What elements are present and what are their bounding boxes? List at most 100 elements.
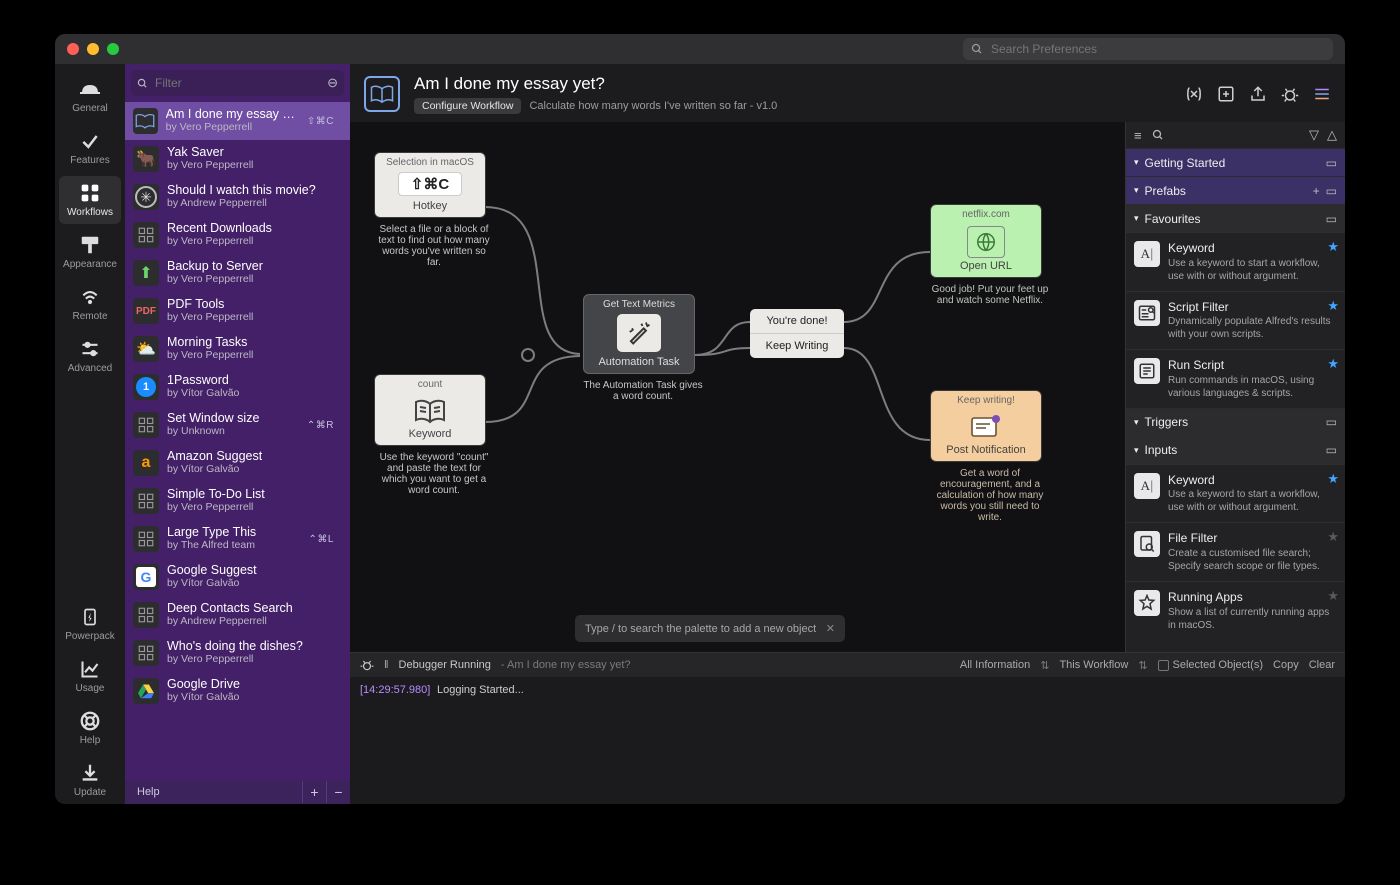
- node-keyword-note: Use the keyword "count" and paste the te…: [374, 452, 494, 496]
- close-icon[interactable]: ✕: [826, 622, 835, 635]
- workflow-row[interactable]: Simple To-Do Listby Vero Pepperrell: [125, 482, 350, 520]
- workflow-row-title: Am I done my essay yet?: [166, 108, 299, 122]
- traffic-minimize[interactable]: [87, 43, 99, 55]
- share-icon[interactable]: [1249, 85, 1267, 103]
- configure-workflow-button[interactable]: Configure Workflow: [414, 98, 521, 114]
- palette-item-desc: Use a keyword to start a workflow, use w…: [1168, 258, 1320, 282]
- debugger-clear-button[interactable]: Clear: [1309, 659, 1335, 671]
- palette-item-file-filter[interactable]: File FilterCreate a customised file sear…: [1126, 522, 1345, 581]
- palette-section-action[interactable]: ▭: [1326, 156, 1337, 170]
- preferences-search-input[interactable]: [989, 41, 1325, 57]
- palette-section-action[interactable]: ▭: [1326, 443, 1337, 457]
- debug-icon[interactable]: [360, 658, 374, 672]
- star-icon[interactable]: ★: [1327, 239, 1339, 255]
- palette-section-prefabs[interactable]: ▾Prefabs+▭: [1126, 176, 1345, 204]
- palette-item-script-filter[interactable]: Script FilterDynamically populate Alfred…: [1126, 291, 1345, 350]
- workflow-row-title: 1Password: [167, 374, 239, 388]
- workflow-row[interactable]: aAmazon Suggestby Vítor Galvão: [125, 444, 350, 482]
- workflow-filter-input[interactable]: [153, 75, 322, 91]
- star-icon[interactable]: ★: [1327, 471, 1339, 487]
- palette-section-action[interactable]: +: [1313, 184, 1320, 198]
- help-button[interactable]: Help: [131, 781, 166, 803]
- nav-general[interactable]: General: [59, 72, 121, 120]
- nav-advanced[interactable]: Advanced: [59, 332, 121, 380]
- node-keyword[interactable]: count Keyword Use the keyword "count" an…: [374, 374, 494, 496]
- traffic-zoom[interactable]: [107, 43, 119, 55]
- node-hotkey[interactable]: Selection in macOS ⇧⌘C Hotkey Select a f…: [374, 152, 494, 268]
- preferences-search[interactable]: [963, 38, 1333, 60]
- update-icon: [77, 762, 103, 784]
- debug-icon[interactable]: [1281, 85, 1299, 103]
- palette-section-favourites[interactable]: ▾Favourites▭: [1126, 204, 1345, 232]
- collapse-icon[interactable]: ▽: [1309, 127, 1319, 143]
- usage-icon: [77, 658, 103, 680]
- settings-icon[interactable]: ⊖: [327, 75, 338, 91]
- palette-item-desc: Use a keyword to start a workflow, use w…: [1168, 489, 1320, 513]
- nav-update[interactable]: Update: [59, 756, 121, 804]
- palette-item-title: Script Filter: [1168, 300, 1337, 316]
- star-icon[interactable]: ★: [1327, 298, 1339, 314]
- palette-section-getting-started[interactable]: ▾Getting Started▭: [1126, 148, 1345, 176]
- palette-section-label: Favourites: [1145, 212, 1201, 226]
- palette-section-action[interactable]: ▭: [1326, 212, 1337, 226]
- node-notification[interactable]: Keep writing! Post Notification Get a wo…: [930, 390, 1050, 523]
- palette-section-action[interactable]: ▭: [1326, 415, 1337, 429]
- workflow-row[interactable]: 11Passwordby Vítor Galvão: [125, 368, 350, 406]
- palette-item-title: File Filter: [1168, 531, 1337, 547]
- nav-workflows[interactable]: Workflows: [59, 176, 121, 224]
- palette-item-keyword[interactable]: A|KeywordUse a keyword to start a workfl…: [1126, 232, 1345, 291]
- star-icon[interactable]: ★: [1327, 356, 1339, 372]
- debugger-message: Logging Started...: [437, 684, 524, 696]
- debugger-info-select[interactable]: All Information: [960, 659, 1030, 671]
- workflow-filter[interactable]: ⊖: [131, 70, 344, 96]
- nav-remote[interactable]: Remote: [59, 280, 121, 328]
- palette-section-action[interactable]: ▭: [1326, 184, 1337, 198]
- search-icon: [971, 43, 983, 55]
- palette-item-running-apps[interactable]: Running AppsShow a list of currently run…: [1126, 581, 1345, 640]
- workflow-row[interactable]: Set Window sizeby Unknown⌃⌘R: [125, 406, 350, 444]
- traffic-close[interactable]: [67, 43, 79, 55]
- pause-icon[interactable]: ‖: [384, 659, 389, 671]
- workflow-canvas[interactable]: Selection in macOS ⇧⌘C Hotkey Select a f…: [350, 122, 1125, 652]
- workflow-row[interactable]: ⛅Morning Tasksby Vero Pepperrell: [125, 330, 350, 368]
- selected-objects-toggle[interactable]: Selected Object(s): [1158, 659, 1263, 671]
- workflow-row[interactable]: ⬆︎Backup to Serverby Vero Pepperrell: [125, 254, 350, 292]
- nav-powerpack[interactable]: Powerpack: [59, 600, 121, 648]
- variables-icon[interactable]: [1185, 85, 1203, 103]
- workflow-row[interactable]: Large Type Thisby The Alfred team⌃⌘L: [125, 520, 350, 558]
- debugger-copy-button[interactable]: Copy: [1273, 659, 1299, 671]
- workflow-row[interactable]: Google Driveby Vítor Galvão: [125, 672, 350, 710]
- node-automation[interactable]: Get Text Metrics Automation Task The Aut…: [583, 294, 703, 402]
- debugger-scope-select[interactable]: This Workflow: [1059, 659, 1128, 671]
- workflow-row[interactable]: Deep Contacts Searchby Andrew Pepperrell: [125, 596, 350, 634]
- workflow-row-hotkey: ⌃⌘R: [307, 420, 334, 431]
- remove-workflow-button[interactable]: −: [326, 781, 350, 803]
- nav-usage[interactable]: Usage: [59, 652, 121, 700]
- workflow-row[interactable]: Recent Downloadsby Vero Pepperrell: [125, 216, 350, 254]
- workflow-row[interactable]: 🐂Yak Saverby Vero Pepperrell: [125, 140, 350, 178]
- star-icon[interactable]: ★: [1327, 529, 1339, 545]
- workflow-row-author: by Vero Pepperrell: [167, 236, 272, 248]
- workflow-row[interactable]: GGoogle Suggestby Vítor Galvão: [125, 558, 350, 596]
- palette-item-keyword[interactable]: A|KeywordUse a keyword to start a workfl…: [1126, 464, 1345, 523]
- expand-icon[interactable]: △: [1327, 127, 1337, 143]
- node-open-url[interactable]: netflix.com Open URL Good job! Put your …: [930, 204, 1050, 306]
- workflow-row[interactable]: PDFPDF Toolsby Vero Pepperrell: [125, 292, 350, 330]
- workflow-row[interactable]: Who's doing the dishes?by Vero Pepperrel…: [125, 634, 350, 672]
- nav-features[interactable]: Features: [59, 124, 121, 172]
- add-workflow-button[interactable]: +: [302, 781, 326, 803]
- nav-help[interactable]: Help: [59, 704, 121, 752]
- palette-toggle-icon[interactable]: [1313, 85, 1331, 103]
- palette-item-run-script[interactable]: Run ScriptRun commands in macOS, using v…: [1126, 349, 1345, 408]
- palette-item-icon: A|: [1134, 241, 1160, 267]
- palette-section-triggers[interactable]: ▾Triggers▭: [1126, 408, 1345, 436]
- star-icon[interactable]: ★: [1327, 588, 1339, 604]
- workflow-row[interactable]: ✳Should I watch this movie?by Andrew Pep…: [125, 178, 350, 216]
- workflow-row[interactable]: Am I done my essay yet?by Vero Pepperrel…: [125, 102, 350, 140]
- search-icon[interactable]: [1152, 129, 1164, 141]
- node-conditional[interactable]: You're done! Keep Writing: [750, 309, 844, 358]
- list-icon[interactable]: ≡: [1134, 128, 1142, 143]
- nav-appearance[interactable]: Appearance: [59, 228, 121, 276]
- palette-section-inputs[interactable]: ▾Inputs▭: [1126, 436, 1345, 464]
- add-object-icon[interactable]: [1217, 85, 1235, 103]
